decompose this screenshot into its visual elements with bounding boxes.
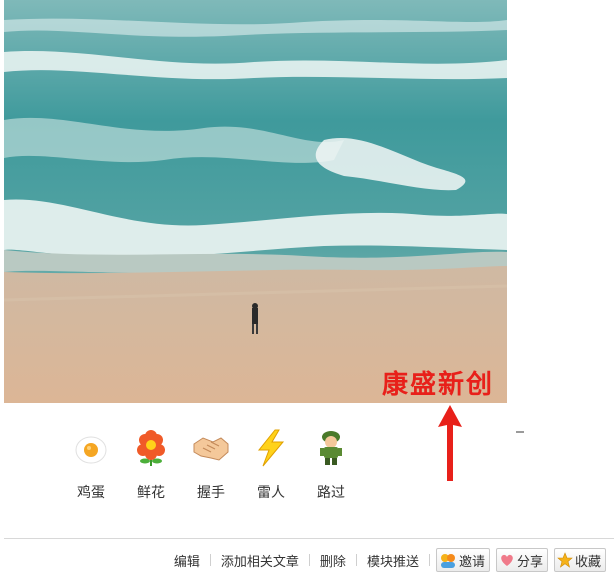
separator xyxy=(428,554,430,566)
soldier-icon xyxy=(320,431,342,465)
invite-label: 邀请 xyxy=(458,554,485,570)
reaction-label: 雷人 xyxy=(257,485,285,501)
share-button[interactable]: 分享 xyxy=(495,548,548,572)
module-push-link[interactable]: 模块推送 xyxy=(357,551,429,570)
favorite-label: 收藏 xyxy=(574,554,601,570)
divider xyxy=(4,538,614,539)
flower-icon xyxy=(137,430,165,466)
invite-button[interactable]: 邀请 xyxy=(435,548,490,572)
invite-icon xyxy=(440,554,455,568)
beach-photo xyxy=(4,0,507,403)
post-toolbar: 编辑 添加相关文章 删除 模块推送 邀请 分享 收藏 xyxy=(164,548,606,572)
fried-egg-icon xyxy=(75,436,107,464)
delete-link[interactable]: 删除 xyxy=(310,551,356,570)
share-label: 分享 xyxy=(516,554,543,570)
reaction-handshake[interactable]: 握手 xyxy=(186,428,236,502)
watermark-text: 康盛新创 xyxy=(382,370,495,400)
small-mark xyxy=(516,431,524,433)
handshake-icon xyxy=(193,437,229,461)
heart-icon xyxy=(501,554,513,566)
reaction-lightning[interactable]: 雷人 xyxy=(246,428,296,502)
reaction-flower[interactable]: 鲜花 xyxy=(126,428,176,502)
reaction-label: 握手 xyxy=(197,485,225,501)
red-arrow-annotation xyxy=(438,405,462,481)
reaction-label: 路过 xyxy=(317,485,345,501)
reaction-egg[interactable]: 鸡蛋 xyxy=(66,428,116,502)
lightning-icon xyxy=(257,429,285,467)
add-related-article-link[interactable]: 添加相关文章 xyxy=(211,551,309,570)
favorite-button[interactable]: 收藏 xyxy=(553,548,606,572)
reaction-label: 鸡蛋 xyxy=(77,485,105,501)
reaction-label: 鲜花 xyxy=(137,485,165,501)
reaction-passby[interactable]: 路过 xyxy=(306,428,356,502)
edit-link[interactable]: 编辑 xyxy=(164,551,210,570)
star-icon xyxy=(557,552,573,568)
